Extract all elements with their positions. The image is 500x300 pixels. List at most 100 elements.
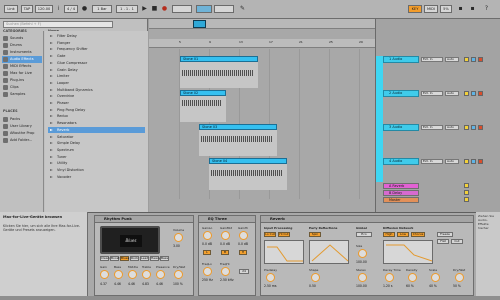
amp-type-boost[interactable]: Boost [110, 256, 119, 261]
list-item[interactable]: Tuner [48, 154, 145, 161]
density-knob[interactable] [408, 273, 417, 282]
gain-lo-knob[interactable] [203, 231, 212, 240]
list-item[interactable]: Looper [48, 80, 145, 87]
audio-clip[interactable]: Stone 02 [180, 90, 226, 122]
input-select[interactable]: Ext. In [421, 125, 443, 130]
high-toggle[interactable]: High [383, 232, 395, 237]
master-activator[interactable] [464, 197, 469, 202]
track-activator[interactable] [464, 57, 469, 62]
position-field[interactable]: 1 . 1 . 1 [116, 5, 138, 13]
arm-button[interactable] [478, 125, 483, 130]
expand-icon[interactable] [50, 135, 53, 138]
list-item[interactable]: Filter Delay [48, 33, 145, 40]
lo-cut-toggle[interactable]: Lo Cut [264, 232, 276, 237]
expand-icon[interactable] [50, 142, 53, 145]
gain-knob[interactable] [100, 270, 109, 279]
quality-menu[interactable]: Eco [356, 232, 372, 237]
return-track-b[interactable]: B Delay [383, 190, 419, 196]
play-icon[interactable]: ▶ [140, 4, 149, 14]
expand-icon[interactable] [50, 148, 53, 151]
clip-title[interactable]: Stone 01 [180, 56, 258, 62]
filter-display[interactable] [264, 240, 304, 264]
master-track[interactable]: Master [383, 197, 419, 203]
quantization-menu[interactable]: 1 Bar [92, 5, 112, 13]
loop-length-field[interactable] [214, 5, 234, 13]
category-max-for-live[interactable]: Max for Live [2, 70, 42, 77]
chorus-toggle[interactable]: Chorus [411, 232, 425, 237]
decay-time-knob[interactable] [385, 273, 394, 282]
shape-knob[interactable] [311, 273, 320, 282]
expand-icon[interactable] [50, 122, 53, 125]
size-knob[interactable] [358, 249, 367, 258]
expand-icon[interactable] [50, 155, 53, 158]
expand-icon[interactable] [50, 169, 53, 171]
solo-button[interactable] [471, 57, 476, 62]
amp-type-blues[interactable]: Blues [120, 256, 129, 261]
expand-icon[interactable] [50, 35, 53, 37]
list-item[interactable]: Flanger [48, 40, 145, 47]
flat-toggle[interactable]: Flat [437, 239, 449, 244]
reverb-dry-wet-knob[interactable] [455, 273, 464, 282]
expand-icon[interactable] [50, 68, 53, 71]
category-sounds[interactable]: Sounds [2, 35, 42, 42]
audio-clip[interactable]: Stone 04 [209, 158, 287, 190]
add-folder-button[interactable]: Add Folder... [2, 137, 42, 144]
stereo-knob[interactable] [358, 273, 367, 282]
monitor-select[interactable]: Auto [445, 125, 459, 130]
treble-knob[interactable] [142, 270, 151, 279]
amp-device[interactable]: Rhythm Punk Blues Clean Boost Blues Rock… [94, 215, 194, 296]
input-select[interactable]: Ext. In [421, 91, 443, 96]
bass-knob[interactable] [114, 270, 123, 279]
amp-type-lead[interactable]: Lead [140, 256, 149, 261]
amp-type-rock[interactable]: Rock [130, 256, 139, 261]
track-activator[interactable] [464, 91, 469, 96]
low-toggle[interactable]: Low [397, 232, 409, 237]
diffusion-display[interactable] [383, 240, 433, 264]
device-title[interactable]: Reverb [261, 216, 473, 223]
freq-hi-knob[interactable] [221, 267, 230, 276]
device-title[interactable]: Rhythm Punk [95, 216, 193, 223]
reverb-device[interactable]: Reverb Input Processing Early Reflection… [260, 215, 474, 296]
freeze-toggle[interactable]: Freeze [437, 232, 453, 237]
expand-icon[interactable] [50, 115, 53, 118]
list-item[interactable]: Ping Pong Delay [48, 107, 145, 114]
track-header-2[interactable]: 2 Audio [383, 90, 419, 97]
record-icon[interactable]: ● [160, 4, 169, 14]
solo-button[interactable] [471, 91, 476, 96]
nudge-icon[interactable]: ⁞ [54, 4, 63, 14]
search-input[interactable]: Suchen (Befehl + F) [3, 21, 113, 28]
gain-mid-knob[interactable] [221, 231, 230, 240]
key-map-button[interactable]: KEY [408, 5, 422, 13]
hi-cut-toggle[interactable]: Hi Cut [278, 232, 290, 237]
monitor-select[interactable]: Auto [445, 159, 459, 164]
arm-button[interactable] [478, 57, 483, 62]
arm-button[interactable] [478, 159, 483, 164]
midi-map-button[interactable]: MIDI [424, 5, 438, 13]
scale-knob[interactable] [431, 273, 440, 282]
expand-icon[interactable] [50, 55, 53, 58]
loop-switch[interactable] [196, 5, 212, 13]
place-folder[interactable]: Aftouthe Prop [2, 130, 42, 137]
expand-icon[interactable] [50, 108, 53, 111]
list-item[interactable]: Limiter [48, 73, 145, 80]
presence-knob[interactable] [156, 270, 165, 279]
beat-time-ruler[interactable]: 5 9 13 17 21 25 29 [149, 39, 375, 48]
reflections-display[interactable] [309, 240, 349, 264]
stop-icon[interactable]: ■ [150, 4, 159, 14]
list-item[interactable]: Simple Delay [48, 140, 145, 147]
volume-knob[interactable] [174, 233, 183, 242]
list-item-selected[interactable]: Reverb [48, 126, 145, 134]
list-item[interactable]: Multiband Dynamics [48, 87, 145, 94]
list-item[interactable]: Spectrum [48, 147, 145, 154]
track-activator[interactable] [464, 159, 469, 164]
monitor-select[interactable]: Auto [445, 57, 459, 62]
time-signature-field[interactable]: 4 / 4 [64, 5, 78, 13]
list-item[interactable]: Saturator [48, 134, 145, 141]
gain-hi-knob[interactable] [239, 231, 248, 240]
clip-title[interactable]: Stone 04 [209, 158, 287, 164]
expand-icon[interactable] [50, 102, 53, 104]
monitor-select[interactable]: Auto [445, 91, 459, 96]
category-clips[interactable]: Clips [2, 84, 42, 91]
predelay-knob[interactable] [266, 273, 275, 282]
slope-toggle[interactable]: 24 [239, 269, 249, 274]
